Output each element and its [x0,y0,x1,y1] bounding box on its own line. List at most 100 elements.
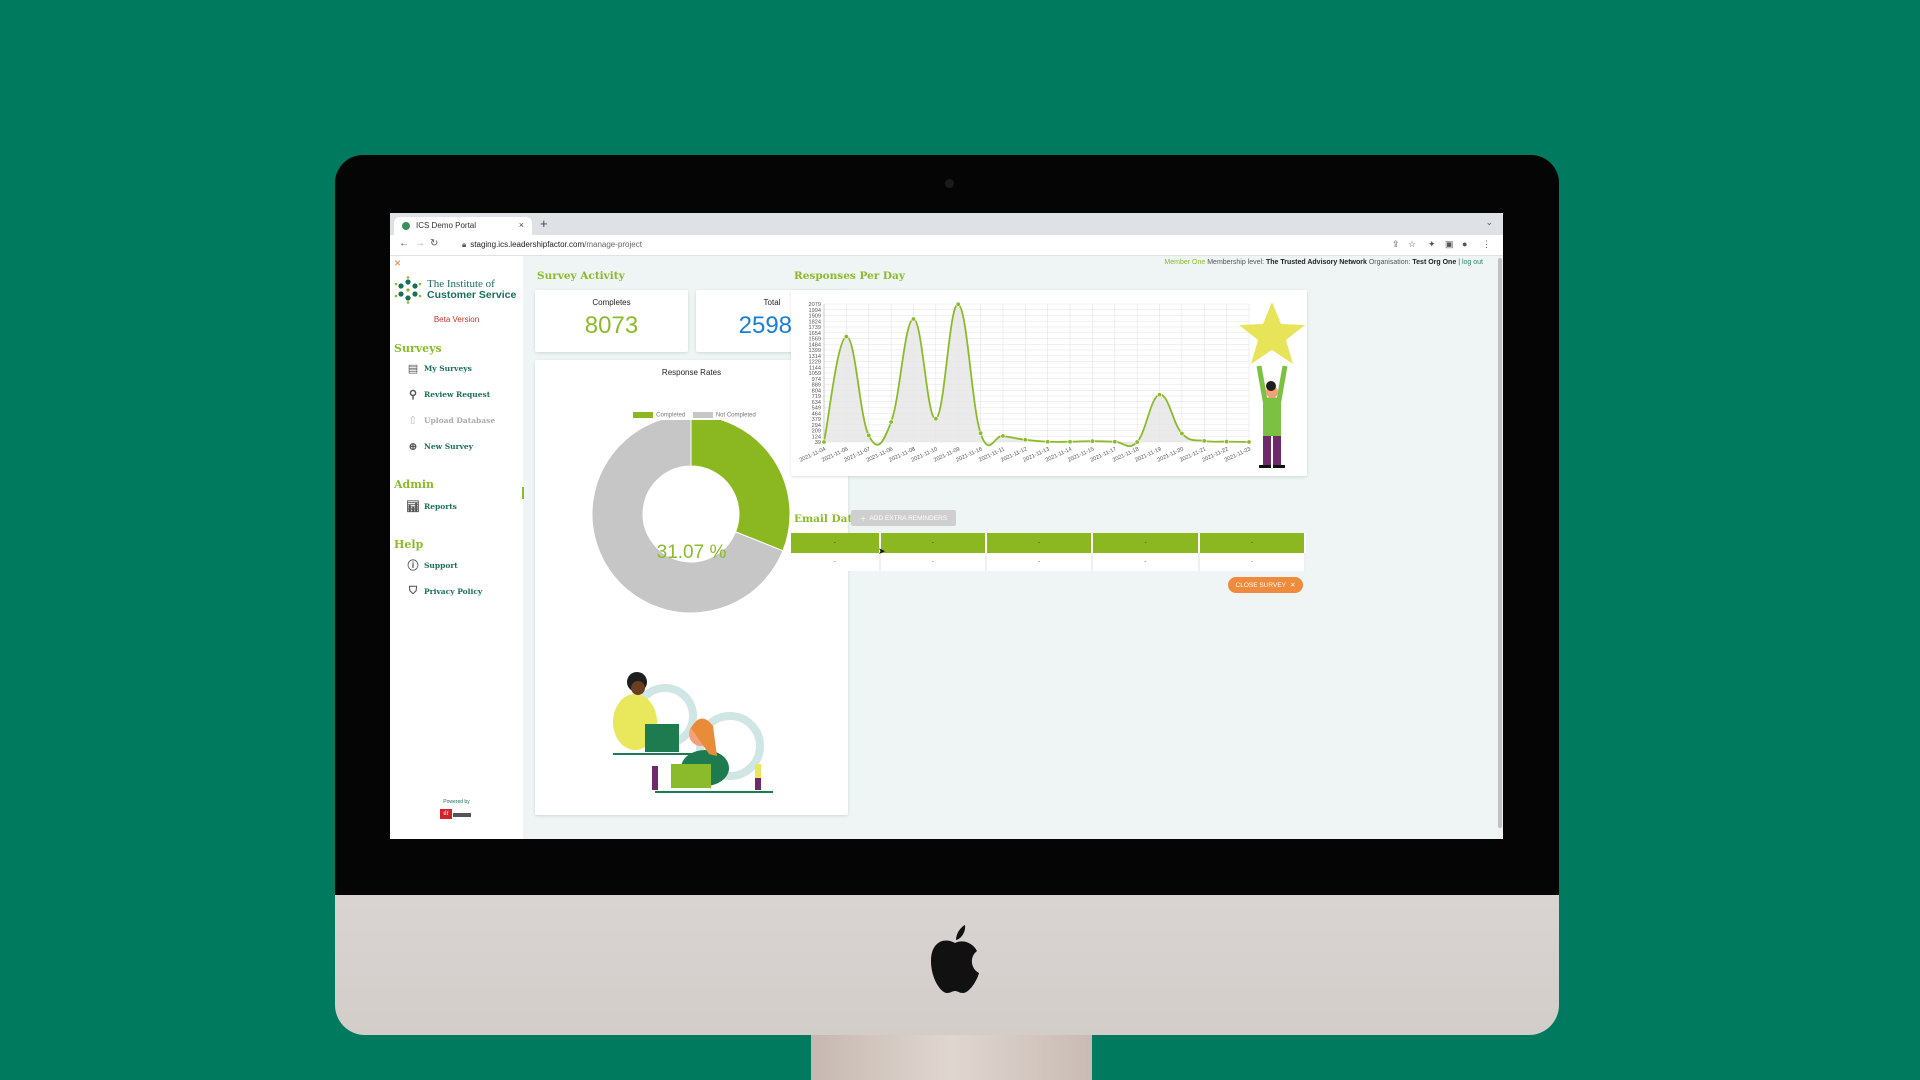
responses-per-day-card: 39 124 209 294 379 464 549 634 719 804 889 974 1059 1… [791,290,1307,476]
y-tick-label: 1824 [809,319,821,325]
address-bar: ← → ↻ 🔒︎ staging.ics.leadershipfactor.com… [390,235,1503,256]
new-tab-button[interactable]: + [540,216,548,231]
table-header-cell: - [791,533,881,553]
new-survey-icon: ⊕ [408,439,418,453]
page-scrollbar[interactable] [1497,256,1503,839]
y-tick-label: 209 [812,429,821,435]
screen: ICS Demo Portal × + ⌄ ← → ↻ 🔒︎ staging.ic… [390,213,1503,839]
donut-slice-completed[interactable] [690,420,791,552]
reload-icon[interactable]: ↻ [430,238,438,249]
extensions-icon[interactable]: ✦ [1428,239,1436,250]
mouse-cursor-icon: ➤ [878,546,886,556]
plus-icon: ＋ [859,516,867,523]
sidebar-item-upload-database: ⇧ Upload Database [406,412,495,428]
shield-icon: ⛉ [408,584,418,597]
data-point[interactable] [933,416,939,422]
close-survey-button[interactable]: CLOSE SURVEY ✕ [1228,577,1303,593]
data-point[interactable] [888,419,894,425]
menu-icon[interactable]: ⋮ [1482,239,1491,250]
add-extra-reminders-button[interactable]: ＋ ADD EXTRA REMINDERS [851,510,956,526]
y-tick-label: 2079 [809,302,821,308]
monitor-chin [335,895,1559,1035]
data-point[interactable] [910,316,916,322]
logo-line-2: Customer Service [427,289,517,301]
table-cell: - [879,553,987,571]
logout-link[interactable]: log out [1462,259,1483,266]
y-tick-label: 1314 [809,354,821,360]
back-icon[interactable]: ← [399,238,409,249]
profile-icon[interactable]: ● [1462,239,1467,249]
y-tick-label: 39 [815,440,821,446]
review-icon: ⚲ [408,387,418,401]
data-point[interactable] [1067,439,1073,445]
y-tick-label: 634 [812,400,821,406]
data-point[interactable] [1224,439,1230,445]
tab-search-chevron-icon[interactable]: ⌄ [1485,217,1493,228]
sidebar: × The Institute of Customer Service Beta… [390,256,524,839]
beta-label: Beta Version [433,315,480,324]
browser-tab[interactable]: ICS Demo Portal × [394,217,532,235]
sidepanel-icon[interactable]: ▣ [1445,239,1454,250]
table-header-cell: - [1198,533,1307,553]
tab-title: ICS Demo Portal [416,221,477,230]
responses-per-day-title: Responses Per Day [794,270,905,282]
legend-swatch-completed [633,412,654,418]
star-icon [1239,302,1305,364]
data-point[interactable] [1000,433,1006,439]
data-point[interactable] [866,432,872,438]
separator: | [1458,259,1461,266]
data-point[interactable] [1022,437,1028,443]
y-tick-label: 1739 [809,325,821,331]
data-point[interactable] [955,301,961,307]
data-point[interactable] [1201,438,1207,444]
star-icon[interactable]: ☆ [1408,239,1416,250]
data-point[interactable] [1045,439,1051,445]
table-header-cell: - [879,533,987,553]
sidebar-item-my-surveys[interactable]: ▤ My Surveys [406,360,472,376]
data-point[interactable] [1134,439,1140,445]
data-point[interactable] [821,439,827,445]
section-surveys: Surveys [394,342,442,355]
data-point[interactable] [1157,392,1163,398]
legend-label-not-completed[interactable]: Not Completed [716,413,756,419]
star-person-illustration [1239,302,1305,468]
data-point[interactable] [843,334,849,340]
y-tick-label: 804 [812,388,821,394]
close-sidebar-icon[interactable]: × [394,256,401,270]
ics-logo[interactable]: The Institute of Customer Service [394,276,520,306]
url-field[interactable]: 🔒︎ staging.ics.leadershipfactor.com/manag… [462,240,642,250]
apple-logo-icon [931,925,979,993]
add-extra-reminders-label: ADD EXTRA REMINDERS [869,514,948,522]
tab-close-icon[interactable]: × [519,220,524,230]
sidebar-item-support[interactable]: ⓘ Support [406,557,458,573]
section-help: Help [394,538,424,551]
scrollbar-thumb[interactable] [1498,258,1502,828]
data-point[interactable] [1112,439,1118,445]
url-path: /manage-project [584,240,642,249]
share-icon[interactable]: ⇪ [1392,239,1400,250]
main-content: Member One Membership level: The Trusted… [523,256,1503,839]
sidebar-item-new-survey[interactable]: ⊕ New Survey [406,438,473,454]
table-header-cell: - [985,533,1094,553]
leadershipfactor-logo: tlf [440,809,452,819]
close-icon: ✕ [1290,582,1296,589]
y-tick-label: 1144 [809,365,821,371]
sidebar-item-privacy-policy[interactable]: ⛉ Privacy Policy [406,583,482,599]
y-tick-label: 549 [812,406,821,412]
user-name[interactable]: Member One [1164,259,1205,266]
table-cell: - [1092,553,1200,571]
legend-label-completed[interactable]: Completed [656,413,685,419]
sidebar-item-review-request[interactable]: ⚲ Review Request [406,386,490,402]
data-point[interactable] [1089,438,1095,444]
sidebar-item-label: Reports [424,501,457,511]
data-point[interactable] [978,430,984,436]
completes-label: Completes [592,298,631,307]
data-point[interactable] [1179,431,1185,437]
y-tick-label: 1399 [809,348,821,354]
sidebar-item-reports[interactable]: 📊︎ Reports [406,498,457,514]
sidebar-item-label: New Survey [424,441,474,451]
table-header-row: - - - - - [791,533,1307,553]
research-wordmark [453,813,471,817]
forward-icon[interactable]: → [415,238,425,249]
sidebar-item-label: Review Request [424,389,491,399]
